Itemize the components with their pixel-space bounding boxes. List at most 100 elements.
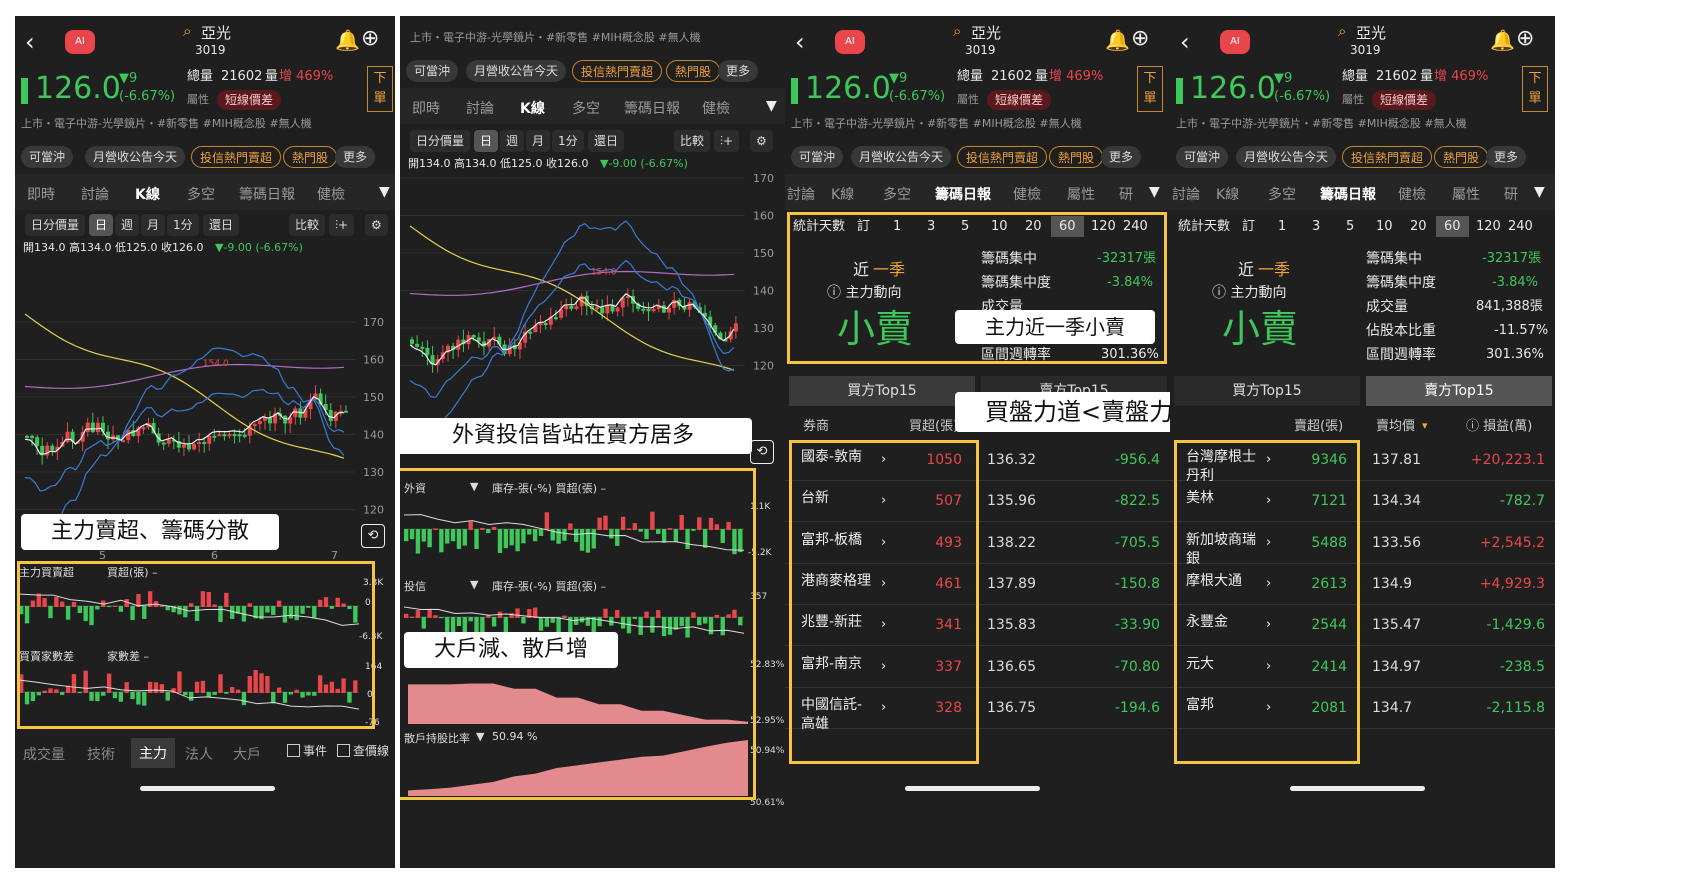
period-intraday[interactable]: 日分價量 [410,130,471,152]
tab-chip-daily[interactable]: 籌碼日報 [935,184,991,204]
bell-icon[interactable]: 🔔 [1490,30,1515,50]
tab-kline[interactable]: K線 [831,184,854,204]
buy-top15-tab[interactable]: 買方Top15 [789,376,975,406]
back-icon[interactable]: ‹ [25,30,35,54]
tab-attr[interactable]: 屬性 [1452,184,1480,204]
checkbox-price-line[interactable] [337,744,350,757]
tab-chip-daily[interactable]: 籌碼日報 [1320,184,1376,204]
pill-trust-sell[interactable]: 投信熱門賣超 [957,146,1048,168]
period-week[interactable]: 週 [115,214,140,236]
tab-discuss[interactable]: 討論 [787,184,815,204]
period-restore[interactable]: 還日 [203,214,240,236]
tab-health[interactable]: 健檢 [1398,184,1426,204]
tab-bullbear[interactable]: 多空 [572,98,600,118]
day-60-selected[interactable]: 60 [1436,216,1469,237]
tab-research[interactable]: 研 [1504,184,1518,204]
bell-icon[interactable]: 🔔 [335,30,360,50]
home-indicator[interactable] [140,786,275,791]
pill-day-trade[interactable]: 可當沖 [1176,146,1229,168]
tab-kline[interactable]: K線 [1216,184,1239,204]
pill-hot[interactable]: 熱門股 [1049,146,1104,168]
pill-trust-sell[interactable]: 投信熱門賣超 [572,60,663,82]
tab-research[interactable]: 研 [1119,184,1133,204]
settings-gear-icon[interactable]: ⚙ [365,214,388,236]
stock-name[interactable]: 亞光 [1356,26,1386,41]
pill-more[interactable]: 更多 [1486,146,1527,168]
indicator-add-icon[interactable]: ⫶+ [714,130,740,152]
pill-day-trade[interactable]: 可當沖 [406,60,459,82]
tab-health[interactable]: 健檢 [317,184,345,204]
bell-icon[interactable]: 🔔 [1105,30,1130,50]
header-buy-qty[interactable]: 買超(張) [909,420,958,433]
search-icon[interactable]: ⌕ [953,24,961,39]
search-icon[interactable]: ⌕ [183,24,191,39]
restore-icon[interactable]: ⟲ [361,524,385,548]
add-icon[interactable]: ⊕ [1516,28,1534,50]
pill-more[interactable]: 更多 [1101,146,1142,168]
tab-kline[interactable]: K線 [135,184,160,204]
tab-health[interactable]: 健檢 [1013,184,1041,204]
pill-revenue[interactable]: 月營收公告今天 [466,60,567,82]
back-icon[interactable]: ‹ [795,30,805,54]
tabs-dropdown-icon[interactable]: ▼ [766,98,777,114]
btab-technical[interactable]: 技術 [87,744,115,764]
buy-top15-tab[interactable]: 買方Top15 [1174,376,1360,406]
day-1[interactable]: 1 [1278,220,1286,233]
kline-chart[interactable]: 170 160 150 140 130 120 154.0 [400,172,785,442]
stock-name[interactable]: 亞光 [201,26,231,41]
compare-button[interactable]: 比較 [289,214,326,236]
tab-kline[interactable]: K線 [520,98,545,118]
pill-revenue[interactable]: 月營收公告今天 [851,146,952,168]
tab-discuss[interactable]: 討論 [81,184,109,204]
home-indicator[interactable] [905,786,1040,791]
settings-gear-icon[interactable]: ⚙ [750,130,773,152]
pill-more[interactable]: 更多 [335,146,376,168]
pill-trust-sell[interactable]: 投信熱門賣超 [1342,146,1433,168]
tab-discuss[interactable]: 討論 [466,98,494,118]
add-icon[interactable]: ⊕ [361,28,379,50]
period-restore[interactable]: 還日 [588,130,625,152]
btab-big-holder[interactable]: 大戶 [233,744,261,764]
pill-day-trade[interactable]: 可當沖 [791,146,844,168]
pill-revenue[interactable]: 月營收公告今天 [1236,146,1337,168]
pill-hot[interactable]: 熱門股 [283,146,338,168]
compare-button[interactable]: 比較 [674,130,711,152]
day-3[interactable]: 3 [1312,220,1320,233]
ai-robot-icon[interactable]: AI [65,30,95,54]
pill-hot[interactable]: 熱門股 [1434,146,1489,168]
pill-revenue[interactable]: 月營收公告今天 [85,146,186,168]
period-week[interactable]: 週 [500,130,525,152]
attr-badge[interactable]: 短線價差 [987,90,1052,110]
pill-trust-sell[interactable]: 投信熱門賣超 [191,146,282,168]
search-icon[interactable]: ⌕ [1338,24,1346,39]
period-intraday[interactable]: 日分價量 [25,214,86,236]
btab-main-force[interactable]: 主力 [131,738,175,768]
sort-icon[interactable]: ▾ [1422,420,1428,431]
tab-bullbear[interactable]: 多空 [883,184,911,204]
home-indicator[interactable] [1290,786,1425,791]
tab-bullbear[interactable]: 多空 [1268,184,1296,204]
order-button[interactable]: 下單 [367,66,393,112]
restore-icon[interactable]: ⟲ [750,440,774,464]
sell-top15-tab[interactable]: 賣方Top15 [1366,376,1552,406]
day-20[interactable]: 20 [1410,220,1427,233]
tab-health[interactable]: 健檢 [702,98,730,118]
btab-institution[interactable]: 法人 [185,744,213,764]
header-pnl[interactable]: ⓘ 損益(萬) [1466,420,1532,433]
period-minute[interactable]: 1分 [167,214,199,236]
header-sell-qty[interactable]: 賣超(張) [1294,420,1343,433]
tabs-dropdown-icon[interactable]: ▼ [1534,184,1545,200]
tab-realtime[interactable]: 即時 [412,98,440,118]
pill-day-trade[interactable]: 可當沖 [21,146,74,168]
attr-badge[interactable]: 短線價差 [217,90,282,110]
period-month[interactable]: 月 [526,130,551,152]
order-button[interactable]: 下單 [1137,66,1163,112]
tab-attr[interactable]: 屬性 [1067,184,1095,204]
period-day[interactable]: 日 [474,130,499,152]
day-10[interactable]: 10 [1376,220,1393,233]
stock-name[interactable]: 亞光 [971,26,1001,41]
day-5[interactable]: 5 [1346,220,1354,233]
btab-volume[interactable]: 成交量 [23,744,65,764]
day-240[interactable]: 240 [1508,220,1533,233]
tab-bullbear[interactable]: 多空 [187,184,215,204]
